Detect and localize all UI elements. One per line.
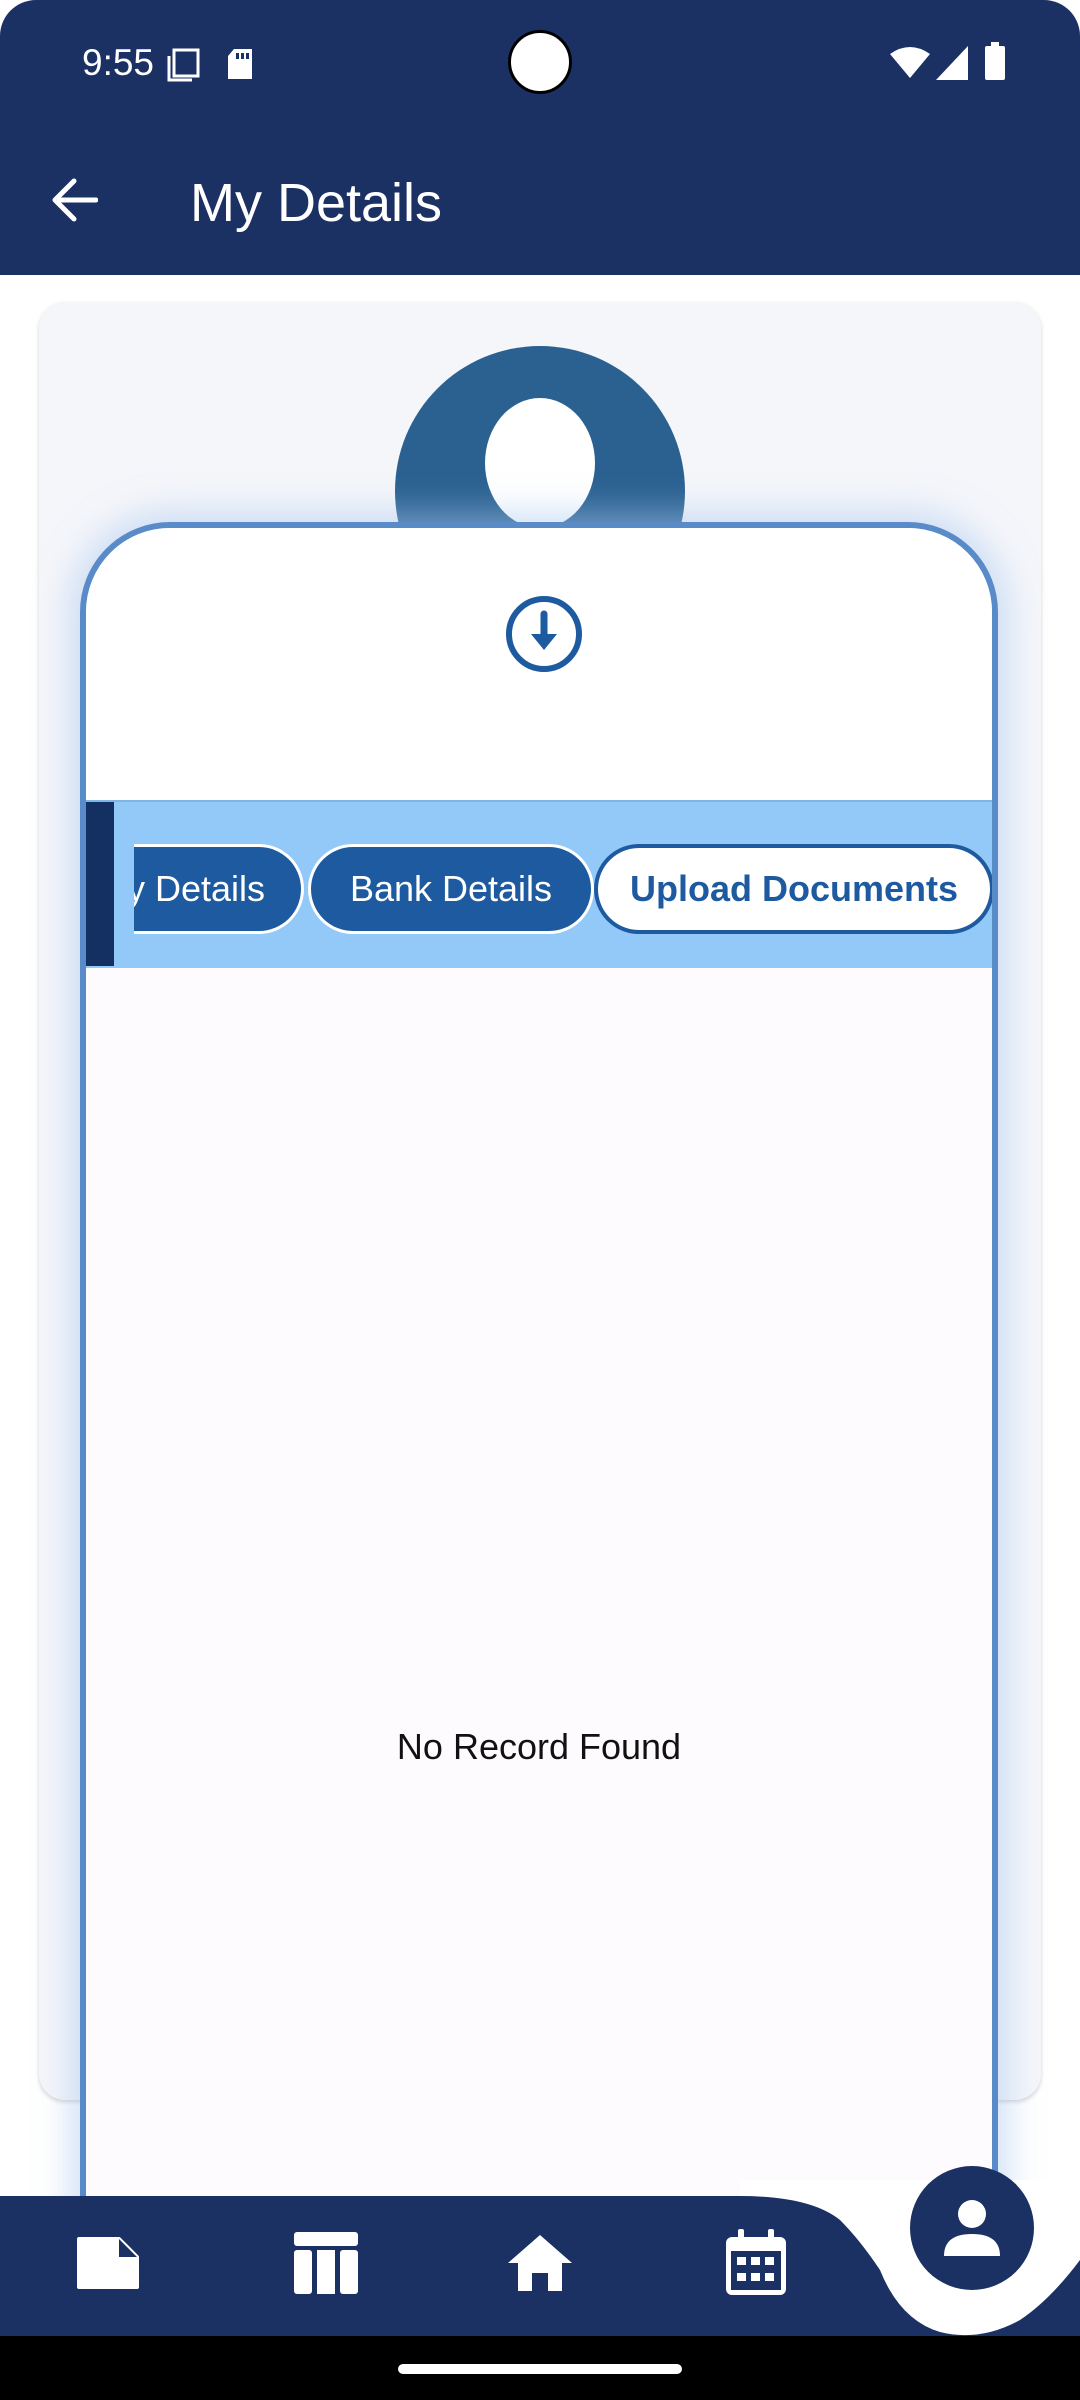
front-camera xyxy=(508,30,572,94)
tab-bank-details[interactable]: Bank Details xyxy=(308,844,594,934)
tab-label: y Details xyxy=(134,868,265,909)
status-time: 9:55 xyxy=(82,42,155,83)
screen-icon xyxy=(166,48,200,87)
details-panel: y Details Bank Details Upload Documents … xyxy=(80,522,998,2400)
calendar-icon xyxy=(726,2229,786,2295)
nav-notes[interactable] xyxy=(68,2218,148,2308)
home-gesture-handle[interactable] xyxy=(398,2364,682,2374)
avatar-head xyxy=(485,398,595,528)
wifi-icon xyxy=(890,46,930,85)
nav-table[interactable] xyxy=(286,2218,366,2308)
home-icon xyxy=(508,2235,572,2291)
tab-personal-details[interactable]: y Details xyxy=(134,844,304,934)
download-circle-icon[interactable] xyxy=(504,594,584,674)
tab-label: Upload Documents xyxy=(629,868,959,909)
panel-header xyxy=(86,528,992,800)
battery-icon xyxy=(984,42,1006,85)
person-icon xyxy=(944,2200,1000,2256)
tab-strip[interactable]: y Details Bank Details Upload Documents xyxy=(86,800,992,968)
nav-home[interactable] xyxy=(500,2218,580,2308)
nav-profile[interactable] xyxy=(910,2166,1034,2290)
nav-calendar[interactable] xyxy=(716,2218,796,2308)
sd-card-icon xyxy=(226,48,254,85)
arrow-left-icon xyxy=(52,178,98,222)
back-button[interactable] xyxy=(36,165,112,235)
signal-icon xyxy=(936,46,968,85)
empty-state-message: No Record Found xyxy=(396,1726,682,1767)
top-app-bar: 9:55 My Details xyxy=(0,0,1080,275)
note-icon xyxy=(77,2237,139,2289)
table-icon xyxy=(294,2232,358,2294)
page-title: My Details xyxy=(190,173,443,233)
tab-scroll-indicator xyxy=(86,802,114,966)
tab-upload-documents[interactable]: Upload Documents xyxy=(594,844,992,934)
tab-label: Bank Details xyxy=(349,868,553,909)
